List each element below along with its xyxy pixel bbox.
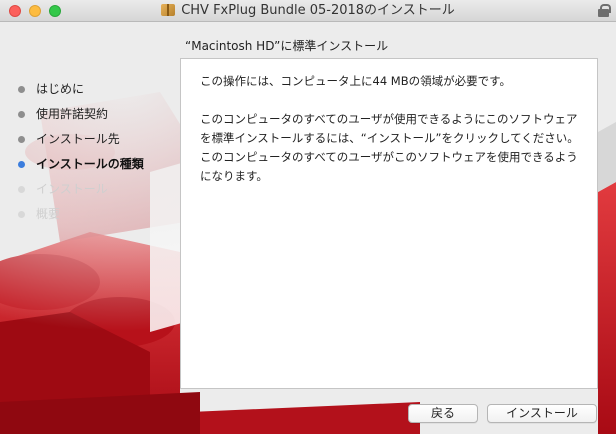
lock-icon [598, 4, 611, 17]
title-bar: CHV FxPlug Bundle 05-2018のインストール [0, 0, 616, 22]
step-indicator [18, 86, 25, 93]
step-label: 使用許諾契約 [36, 107, 109, 121]
panel-text: この操作には、コンピュータ上に44 MBの領域が必要です。 このコンピュータのす… [200, 72, 585, 205]
step-indicator [18, 111, 25, 118]
page-heading: “Macintosh HD”に標準インストール [185, 39, 389, 53]
step-label: インストールの種類 [36, 157, 144, 171]
installer-window: CHV FxPlug Bundle 05-2018のインストール “Macint… [0, 0, 616, 434]
window-title: CHV FxPlug Bundle 05-2018のインストール [181, 3, 455, 18]
step-indicator [18, 136, 25, 143]
step-indicator [18, 211, 25, 218]
step-label: インストール [36, 182, 108, 196]
install-button[interactable]: インストール [487, 404, 597, 423]
disk-space-notice: この操作には、コンピュータ上に44 MBの領域が必要です。 [200, 74, 511, 88]
step-indicator [18, 186, 25, 193]
step-label: インストール先 [36, 132, 120, 146]
package-icon [161, 4, 176, 16]
install-description: このコンピュータのすべてのユーザが使用できるようにこのソフトウェアを標準インスト… [200, 112, 579, 183]
window-title-wrap: CHV FxPlug Bundle 05-2018のインストール [0, 3, 616, 19]
content-panel: この操作には、コンピュータ上に44 MBの領域が必要です。 このコンピュータのす… [180, 58, 598, 389]
step-label: はじめに [36, 82, 85, 96]
back-button[interactable]: 戻る [408, 404, 478, 423]
step-indicator [18, 161, 25, 168]
step-label: 概要 [36, 207, 61, 221]
